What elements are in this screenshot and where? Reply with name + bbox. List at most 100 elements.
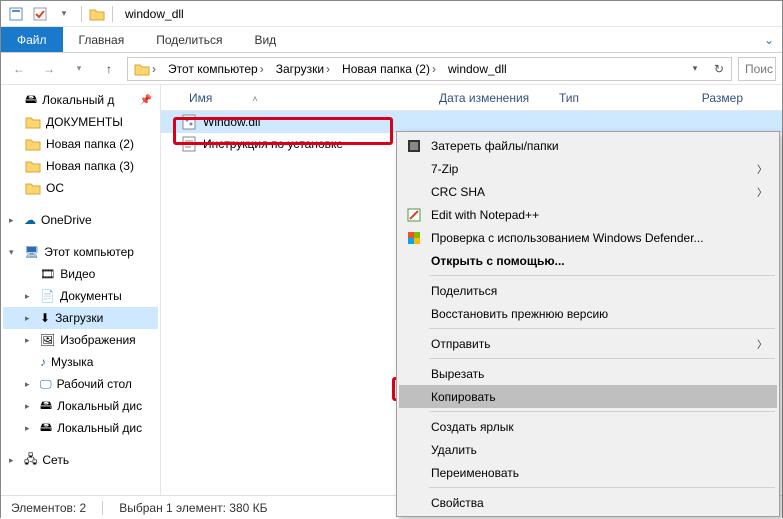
ctx-separator <box>429 328 775 329</box>
breadcrumb-item[interactable]: Новая папка (2)› <box>336 58 442 80</box>
sidebar-item-newfolder3[interactable]: Новая папка (3) <box>3 155 158 177</box>
tab-file[interactable]: Файл <box>1 27 63 52</box>
folder-icon <box>25 116 41 129</box>
ctx-share[interactable]: Поделиться <box>399 279 777 302</box>
sidebar-label: Музыка <box>51 355 93 369</box>
defender-icon <box>405 229 423 247</box>
sidebar-item-thispc[interactable]: ▾🖥Этот компьютер <box>3 241 158 263</box>
ctx-openwith[interactable]: Открыть с помощью... <box>399 249 777 272</box>
nav-recent-dropdown[interactable]: ▾ <box>67 57 91 81</box>
ctx-label: CRC SHA <box>431 185 485 199</box>
ctx-delete[interactable]: Удалить <box>399 438 777 461</box>
expand-icon[interactable]: ▸ <box>25 313 35 324</box>
tab-share[interactable]: Поделиться <box>140 27 238 52</box>
column-name[interactable]: Имя ˄ <box>181 91 431 105</box>
expand-icon[interactable]: ▸ <box>25 423 35 434</box>
sidebar-item-newfolder2[interactable]: Новая папка (2) <box>3 133 158 155</box>
ctx-separator <box>429 358 775 359</box>
expand-icon[interactable]: ▸ <box>9 455 19 466</box>
sidebar-item-documents-pinned[interactable]: ДОКУМЕНТЫ <box>3 111 158 133</box>
drive-icon: 🖴 <box>40 396 52 417</box>
dll-file-icon <box>181 114 197 130</box>
sidebar-item-downloads[interactable]: ▸⬇Загрузки <box>3 307 158 329</box>
ctx-notepad[interactable]: Edit with Notepad++ <box>399 203 777 226</box>
sidebar-item-videos[interactable]: 🎞Видео <box>3 263 158 285</box>
sidebar-label: Изображения <box>60 333 135 347</box>
sidebar-label: Рабочий стол <box>57 377 132 391</box>
file-row[interactable]: Window.dll <box>161 111 782 133</box>
sort-indicator-icon: ˄ <box>252 94 257 104</box>
ctx-restore[interactable]: Восстановить прежнюю версию <box>399 302 777 325</box>
pictures-icon: 🖼 <box>40 333 55 347</box>
expand-icon[interactable]: ▸ <box>25 401 35 412</box>
ctx-rename[interactable]: Переименовать <box>399 461 777 484</box>
breadcrumb-root-icon[interactable]: › <box>128 58 162 80</box>
sidebar-item-documents[interactable]: ▸📄Документы <box>3 285 158 307</box>
sidebar-item-localdisk[interactable]: 🖴Локальный д📌 <box>3 89 158 111</box>
ctx-shortcut[interactable]: Создать ярлык <box>399 415 777 438</box>
ctx-7zip[interactable]: 7-Zip〉 <box>399 157 777 180</box>
collapse-icon[interactable]: ▾ <box>9 247 19 258</box>
properties-icon[interactable] <box>5 3 27 25</box>
music-icon: ♪ <box>40 355 46 369</box>
ctx-label: Затереть файлы/папки <box>431 139 559 153</box>
expand-icon[interactable]: ▸ <box>9 215 19 226</box>
column-date[interactable]: Дата изменения <box>431 91 551 105</box>
file-name: Window.dll <box>203 115 443 129</box>
tab-home[interactable]: Главная <box>63 27 141 52</box>
qat-check-icon[interactable] <box>29 3 51 25</box>
sidebar-label: Видео <box>60 267 95 281</box>
sidebar-item-pictures[interactable]: ▸ 🖼 Изображения <box>3 329 158 351</box>
sidebar-label: Этот компьютер <box>44 245 134 259</box>
ribbon-tabs: Файл Главная Поделиться Вид ⌄ <box>1 27 782 53</box>
address-dropdown-icon[interactable]: ▾ <box>683 58 707 80</box>
address-bar[interactable]: › Этот компьютер› Загрузки› Новая папка … <box>127 57 732 81</box>
column-size[interactable]: Размер <box>671 91 751 105</box>
ctx-label: Создать ярлык <box>431 420 514 434</box>
breadcrumb-item[interactable]: Этот компьютер› <box>162 58 270 80</box>
expand-icon[interactable]: ▸ <box>25 335 35 346</box>
column-type[interactable]: Тип <box>551 91 671 105</box>
sidebar-label: Новая папка (3) <box>46 159 134 173</box>
ctx-wipe[interactable]: Затереть файлы/папки <box>399 134 777 157</box>
ctx-defender[interactable]: Проверка с использованием Windows Defend… <box>399 226 777 249</box>
wipe-icon <box>405 137 423 155</box>
refresh-icon[interactable]: ↻ <box>707 58 731 80</box>
address-row: ← → ▾ ↑ › Этот компьютер› Загрузки› Нова… <box>1 53 782 85</box>
ctx-copy[interactable]: Копировать <box>399 385 777 408</box>
ctx-label: Восстановить прежнюю версию <box>431 307 608 321</box>
folder-icon <box>25 138 41 151</box>
nav-up-button[interactable]: ↑ <box>97 57 121 81</box>
sidebar-label: ОС <box>46 181 64 195</box>
ctx-properties[interactable]: Свойства <box>399 491 777 514</box>
tab-view[interactable]: Вид <box>238 27 292 52</box>
ctx-label: Отправить <box>431 337 491 351</box>
sidebar-item-network[interactable]: ▸🖧Сеть <box>3 449 158 471</box>
sidebar-item-localdisk2[interactable]: ▸🖴Локальный дис <box>3 417 158 439</box>
search-input[interactable]: Поис <box>738 57 776 81</box>
nav-back-button[interactable]: ← <box>7 57 31 81</box>
expand-icon[interactable]: ▸ <box>25 379 35 390</box>
ctx-cut[interactable]: Вырезать <box>399 362 777 385</box>
sidebar-item-onedrive[interactable]: ▸☁OneDrive <box>3 209 158 231</box>
ctx-separator <box>429 411 775 412</box>
breadcrumb-label: Этот компьютер <box>168 62 258 76</box>
sidebar-item-oc[interactable]: ОС <box>3 177 158 199</box>
breadcrumb-item[interactable]: window_dll <box>442 58 511 80</box>
ctx-label: Свойства <box>431 496 484 510</box>
breadcrumb-item[interactable]: Загрузки› <box>270 58 336 80</box>
ribbon-expand-icon[interactable]: ⌄ <box>764 27 782 52</box>
column-label: Имя <box>189 91 212 105</box>
drive-icon: 🖴 <box>40 418 52 439</box>
sidebar-item-desktop[interactable]: ▸🖵Рабочий стол <box>3 373 158 395</box>
ctx-sendto[interactable]: Отправить〉 <box>399 332 777 355</box>
ctx-separator <box>429 275 775 276</box>
nav-forward-button: → <box>37 57 61 81</box>
sidebar-item-localdisk1[interactable]: ▸🖴Локальный дис <box>3 395 158 417</box>
expand-icon[interactable]: ▸ <box>25 291 35 302</box>
ctx-label: Копировать <box>431 390 496 404</box>
qat-dropdown-icon[interactable]: ▾ <box>53 3 75 25</box>
ctx-label: Поделиться <box>431 284 497 298</box>
ctx-crc[interactable]: CRC SHA〉 <box>399 180 777 203</box>
sidebar-item-music[interactable]: ♪ Музыка <box>3 351 158 373</box>
